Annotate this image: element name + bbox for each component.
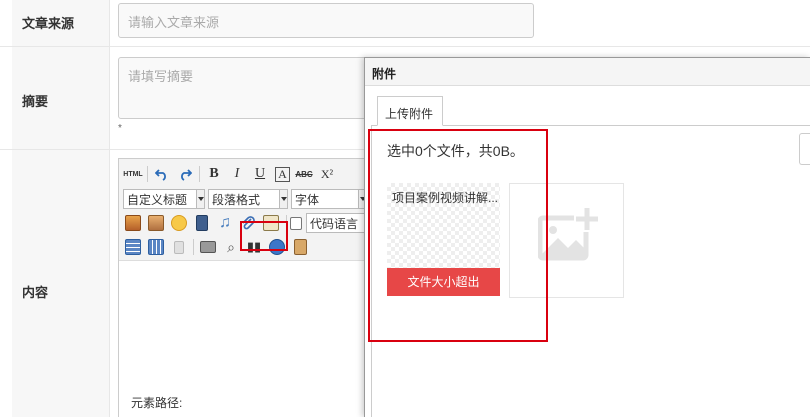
undo-icon	[155, 169, 166, 181]
page-break-button[interactable]	[169, 237, 189, 257]
multi-image-button[interactable]	[146, 213, 166, 233]
underline-button[interactable]: U	[250, 164, 270, 184]
divider	[199, 166, 200, 182]
page-icon	[174, 240, 184, 254]
images-icon	[148, 215, 164, 231]
summary-note: *	[118, 123, 122, 134]
custom-title-value: 自定义标题	[127, 192, 188, 207]
insert-music-button[interactable]: ♫	[215, 213, 235, 233]
label-cell	[0, 47, 110, 149]
table-columns-button[interactable]	[146, 237, 166, 257]
annotation-highlight-attachment	[240, 221, 288, 251]
rich-text-editor: HTML B I U A ABC X² 自定义标题 段落格式 字体 ♫ 代码语言…	[118, 158, 368, 417]
print-icon	[200, 241, 216, 253]
strikethrough-button[interactable]: ABC	[294, 164, 314, 184]
code-language-select[interactable]: 代码语言	[306, 213, 366, 233]
element-path-label: 元素路径:	[131, 396, 183, 410]
annotation-highlight-files	[368, 129, 548, 342]
italic-button[interactable]: I	[227, 164, 247, 184]
music-icon: ♫	[219, 214, 231, 231]
upload-action-button[interactable]	[799, 133, 810, 165]
custom-title-select[interactable]: 自定义标题	[123, 189, 205, 209]
source-input[interactable]: 请输入文章来源	[118, 3, 534, 38]
redo-icon	[181, 169, 192, 181]
code-language-value: 代码语言	[310, 216, 359, 231]
magnifier-icon: ⌕	[227, 238, 235, 255]
summary-label: 摘要	[22, 94, 49, 109]
image-icon	[125, 215, 141, 231]
dialog-header: 附件	[365, 58, 810, 86]
toolbar-row-1: HTML B I U A ABC X²	[123, 163, 340, 185]
chevron-down-icon	[196, 190, 204, 208]
print-button[interactable]	[198, 237, 218, 257]
dialog-title: 附件	[372, 67, 397, 81]
font-value: 字体	[295, 192, 320, 207]
chevron-down-icon	[279, 190, 287, 208]
paste-button[interactable]	[290, 237, 310, 257]
divider	[147, 166, 148, 182]
undo-button[interactable]	[152, 164, 172, 184]
superscript-button[interactable]: X²	[317, 164, 337, 184]
table-cols-icon	[148, 239, 164, 255]
preview-button[interactable]: ⌕	[221, 237, 241, 257]
smiley-icon	[171, 215, 187, 231]
paragraph-format-value: 段落格式	[212, 192, 261, 207]
label-cell	[0, 150, 110, 417]
paragraph-format-select[interactable]: 段落格式	[208, 189, 288, 209]
emoticon-button[interactable]	[169, 213, 189, 233]
insert-video-button[interactable]	[192, 213, 212, 233]
insert-table-button[interactable]	[123, 237, 143, 257]
bold-button[interactable]: B	[204, 164, 224, 184]
html-source-button[interactable]: HTML	[123, 164, 143, 184]
tab-upload-attachment[interactable]: 上传附件	[377, 96, 443, 126]
clipboard-icon	[293, 239, 307, 255]
divider	[193, 239, 194, 255]
code-button[interactable]	[289, 213, 303, 233]
font-select[interactable]: 字体	[291, 189, 367, 209]
code-icon	[290, 216, 302, 230]
content-label: 内容	[22, 285, 49, 300]
insert-image-button[interactable]	[123, 213, 143, 233]
redo-button[interactable]	[175, 164, 195, 184]
film-icon	[196, 215, 208, 231]
font-border-button[interactable]: A	[275, 166, 290, 182]
table-icon	[125, 239, 141, 255]
toolbar-row-2: 自定义标题 段落格式 字体	[123, 188, 370, 210]
form-row-source: 文章来源 请输入文章来源	[0, 0, 810, 47]
source-label: 文章来源	[22, 16, 75, 31]
